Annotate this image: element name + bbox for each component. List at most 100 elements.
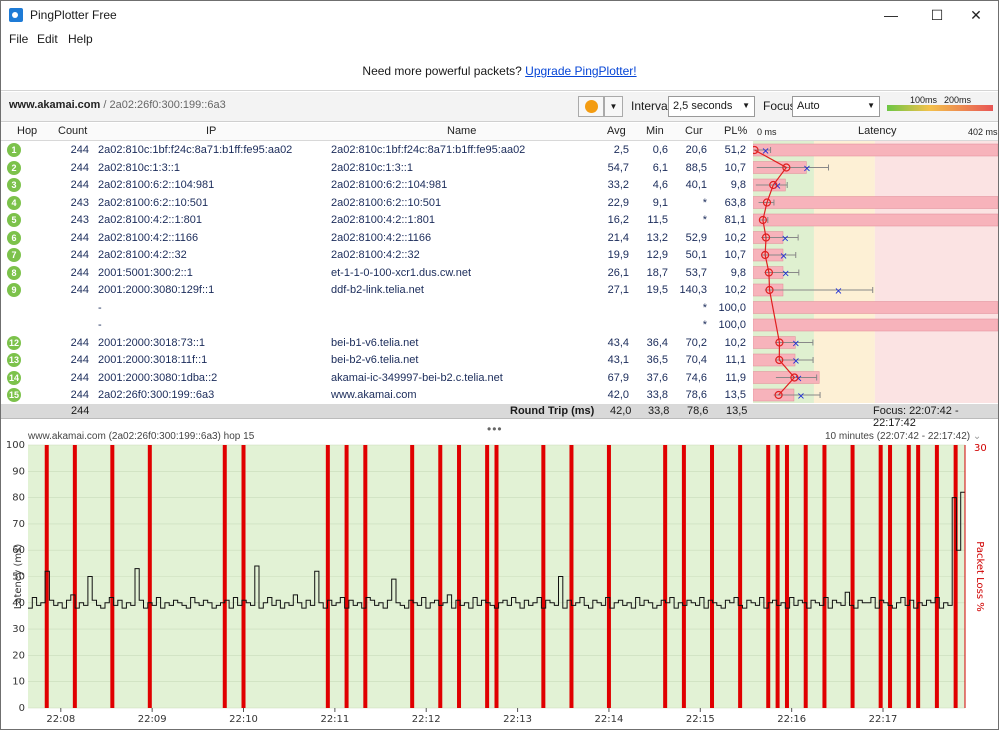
table-row[interactable]: 1 244 2a02:810c:1bf:f24c:8a71:b1ff:fe95:aa… [1,142,753,160]
cell-name: 2a02:810c:1bf:f24c:8a71:b1ff:fe95:aa02 [331,144,526,156]
table-row[interactable]: 6 244 2a02:8100:4:2::1166 2a02:8100:4:2::11… [1,230,753,248]
cell-ip: - [98,319,102,331]
x-tick-label: 22:11 [320,714,349,725]
cell-min: 13,2 [646,231,668,244]
cell-name: 2a02:810c:1:3::1 [331,161,413,174]
packet-loss-bar [753,213,998,227]
menu-file[interactable]: File [9,32,28,46]
current-latency-marker: × [779,251,787,262]
cell-min: 37,6 [646,371,668,384]
menu-edit[interactable]: Edit [37,32,58,46]
table-row[interactable]: 3 244 2a02:8100:6:2::104:981 2a02:8100:6:2:… [1,177,753,195]
cell-ip: - [98,301,102,314]
cell-ip: 2a02:8100:6:2::10:501 [98,196,209,209]
table-row[interactable]: 14 244 2001:2000:3080:1dba::2 akamai-ic-349… [1,370,753,388]
summary-cur: 78,6 [687,405,709,417]
packet-loss-marker [822,445,827,708]
cell-avg: 54,7 [607,161,629,174]
packet-loss-marker [906,445,911,708]
focus-value: Auto [797,100,820,112]
cell-min: 19,5 [646,284,668,296]
cell-min: 9,1 [652,196,668,209]
current-latency-marker: × [781,234,789,245]
x-tick-label: 22:16 [777,714,806,725]
focus-select[interactable]: Auto ▼ [792,96,880,117]
minimize-button[interactable]: — [868,1,914,29]
table-row[interactable]: 13 244 2001:2000:3018:11f::1 bei-b2-v6.teli… [1,352,753,370]
cell-count: 244 [70,161,89,174]
cell-cur: 70,4 [685,354,707,366]
col-hop[interactable]: Hop [17,125,37,137]
cell-cur: 50,1 [685,249,707,261]
col-count[interactable]: Count [58,125,87,137]
pause-dropdown-button[interactable]: ▼ [604,96,623,117]
cell-min: 36,5 [646,354,668,366]
window-title: PingPlotter Free [30,8,117,22]
table-row[interactable]: 12 244 2001:2000:3018:73::1 bei-b1-v6.telia… [1,335,753,353]
table-row[interactable]: - * 100,0 [1,317,753,335]
y-tick-label: 30 [12,624,25,635]
col-ip[interactable]: IP [206,125,216,137]
packet-loss-marker [803,445,808,708]
table-row[interactable]: 15 244 2a02:26f0:300:199::6a3 www.akamai.co… [1,387,753,405]
summary-min: 33,8 [648,405,670,417]
packet-loss-marker [663,445,668,708]
cell-ip: 2a02:810c:1bf:f24c:8a71:b1ff:fe95:aa02 [98,144,293,156]
cell-name: 2a02:8100:6:2::10:501 [331,196,442,209]
y-tick-label: 70 [12,519,25,530]
cell-ip: 2a02:8100:4:2::1:801 [98,214,202,226]
cell-pl: 10,2 [724,231,746,244]
packet-loss-marker [541,445,546,708]
table-row[interactable]: 7 244 2a02:8100:4:2::32 2a02:8100:4:2::32 19… [1,247,753,265]
col-name[interactable]: Name [447,125,476,137]
packet-loss-marker [934,445,939,708]
timeline-chart: 010203040506070809010022:08 22:09 22:10 22:… [6,441,987,725]
pingplotter-logo-icon [9,8,23,22]
table-row[interactable]: 4 243 2a02:8100:6:2::10:501 2a02:8100:6:2::… [1,195,753,213]
packet-loss-marker [850,445,855,708]
y-tick-label: 100 [6,441,25,451]
packet-loss-marker [147,445,152,708]
upgrade-link[interactable]: Upgrade PingPlotter! [525,64,636,78]
packet-loss-marker [766,445,771,708]
cell-count: 244 [70,179,89,191]
cell-count: 244 [70,249,89,261]
cell-pl: 10,7 [724,161,746,174]
splitter-handle[interactable]: ••• [487,422,503,436]
packet-loss-marker [241,445,246,708]
close-button[interactable]: ✕ [953,1,999,29]
packet-loss-marker [72,445,77,708]
col-avg[interactable]: Avg [607,125,626,137]
cell-pl: 100,0 [718,301,746,314]
current-latency-marker: × [792,356,800,367]
cell-ip: 2a02:8100:4:2::1166 [98,231,199,244]
table-row[interactable]: 2 244 2a02:810c:1:3::1 2a02:810c:1:3::1 54,7… [1,160,753,178]
col-pl[interactable]: PL% [724,125,747,137]
cell-cur: 20,6 [685,144,707,156]
cell-cur: 53,7 [685,266,707,279]
cell-pl: 100,0 [718,319,746,331]
cell-cur: 40,1 [685,179,707,191]
cell-avg: 43,1 [607,354,629,366]
cell-ip: 2001:2000:3080:129f::1 [98,284,215,296]
table-row[interactable]: 9 244 2001:2000:3080:129f::1 ddf-b2-link.te… [1,282,753,300]
cell-ip: 2a02:8100:6:2::104:981 [98,179,215,191]
interval-select[interactable]: 2,5 seconds ▼ [668,96,755,117]
table-row[interactable]: - * 100,0 [1,300,753,318]
cell-pl: 11,9 [725,371,746,384]
col-cur[interactable]: Cur [685,125,703,137]
cell-pl: 10,2 [724,284,746,296]
packet-loss-marker [410,445,415,708]
table-row[interactable]: 8 244 2001:5001:300:2::1 et-1-1-0-100-xcr1.… [1,265,753,283]
latency-graph: ××××××××××× [753,141,998,403]
menu-help[interactable]: Help [68,32,93,46]
pause-button[interactable] [578,96,604,117]
col-latency[interactable]: Latency [858,125,897,137]
hop-number: 4 [7,195,21,210]
cell-count: 244 [70,266,89,279]
hop-number: 14 [7,370,21,385]
cell-avg: 42,0 [607,389,629,401]
col-min[interactable]: Min [646,125,664,137]
table-row[interactable]: 5 243 2a02:8100:4:2::1:801 2a02:8100:4:2::1… [1,212,753,230]
packet-loss-marker [710,445,715,708]
